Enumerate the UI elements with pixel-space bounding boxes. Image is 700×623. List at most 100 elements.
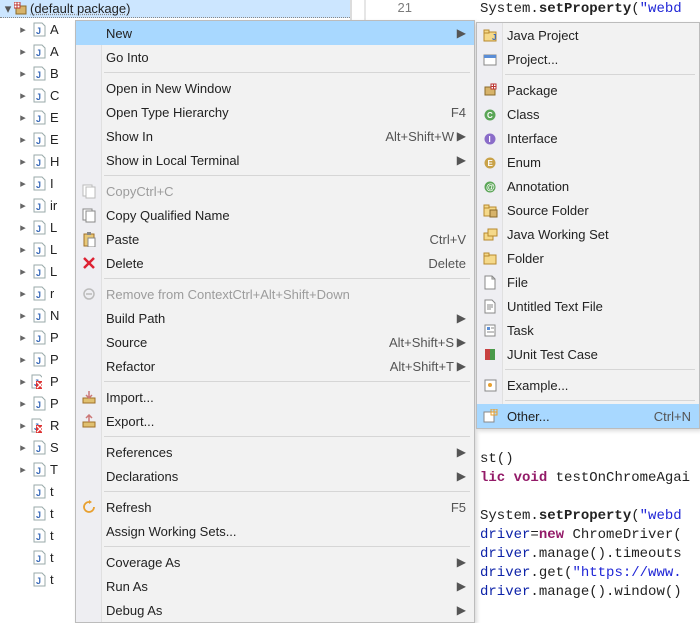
tree-expand-icon[interactable]: ▸	[16, 265, 30, 278]
menu-item-assign-working-sets[interactable]: Assign Working Sets...	[76, 519, 474, 543]
svg-text:J: J	[36, 136, 41, 146]
menu-item-copy-qualified-name[interactable]: Copy Qualified Name	[76, 203, 474, 227]
context-menu: New ▶ Go Into Open in New Window Open Ty…	[75, 20, 475, 623]
menu-item-refactor[interactable]: Refactor Alt+Shift+T ▶	[76, 354, 474, 378]
tree-item-label: ir	[50, 198, 57, 213]
menu-item-package[interactable]: Package	[477, 78, 699, 102]
java-file-icon: J	[30, 308, 48, 323]
tree-item-label: C	[50, 88, 59, 103]
java-file-icon: J	[30, 154, 48, 169]
tree-expand-icon[interactable]: ▸	[16, 331, 30, 344]
copy-icon	[80, 206, 98, 224]
menu-item-file[interactable]: File	[477, 270, 699, 294]
java-file-icon: J	[30, 352, 48, 367]
tree-expand-icon[interactable]: ▸	[16, 23, 30, 36]
menu-item-paste[interactable]: Paste Ctrl+V	[76, 227, 474, 251]
tree-expand-icon[interactable]: ▸	[16, 419, 30, 432]
menu-item-open-in-new-window[interactable]: Open in New Window	[76, 76, 474, 100]
tree-expand-icon[interactable]: ▸	[16, 353, 30, 366]
menu-item-refresh[interactable]: Refresh F5	[76, 495, 474, 519]
editor-code-top[interactable]: System.setProperty("webd	[480, 0, 700, 19]
tree-expand-icon[interactable]: ▸	[16, 67, 30, 80]
source-folder-icon	[481, 201, 499, 219]
tree-expand-icon[interactable]: ▸	[16, 199, 30, 212]
menu-item-export[interactable]: Export...	[76, 409, 474, 433]
tree-expand-icon[interactable]: ▸	[16, 441, 30, 454]
java-file-icon: J	[30, 264, 48, 279]
menu-item-source-folder[interactable]: Source Folder	[477, 198, 699, 222]
tree-expand-icon[interactable]: ▸	[16, 111, 30, 124]
menu-item-project[interactable]: Project...	[477, 47, 699, 71]
task-icon	[481, 321, 499, 339]
menu-item-java-project[interactable]: J Java Project	[477, 23, 699, 47]
tree-expand-icon[interactable]: ▸	[16, 45, 30, 58]
menu-item-debug-as[interactable]: Debug As ▶	[76, 598, 474, 622]
menu-item-interface[interactable]: I Interface	[477, 126, 699, 150]
tree-expand-icon[interactable]: ▸	[16, 221, 30, 234]
java-file-icon: J	[30, 462, 48, 477]
menu-item-delete[interactable]: Delete Delete	[76, 251, 474, 275]
tree-expand-icon[interactable]: ▸	[16, 177, 30, 190]
menu-item-folder[interactable]: Folder	[477, 246, 699, 270]
svg-text:J: J	[36, 510, 41, 520]
svg-text:J: J	[36, 48, 41, 58]
delete-icon	[80, 254, 98, 272]
package-icon	[14, 2, 28, 16]
menu-item-task[interactable]: Task	[477, 318, 699, 342]
menu-item-coverage-as[interactable]: Coverage As ▶	[76, 550, 474, 574]
annotation-icon: @	[481, 177, 499, 195]
menu-item-new[interactable]: New ▶	[76, 21, 474, 45]
editor-code-bottom[interactable]: st() lic void testOnChromeAgai System.se…	[480, 450, 700, 602]
svg-text:J: J	[36, 202, 41, 212]
menu-item-junit-test-case[interactable]: JUnit Test Case	[477, 342, 699, 366]
tree-item-label: R	[50, 418, 59, 433]
tree-item-label: E	[50, 132, 59, 147]
tree-expand-icon[interactable]: ▸	[16, 309, 30, 322]
java-file-icon: J	[30, 506, 48, 521]
java-file-icon: J	[30, 176, 48, 191]
file-icon	[481, 273, 499, 291]
tree-expand-icon[interactable]: ▸	[16, 375, 30, 388]
menu-item-class[interactable]: C Class	[477, 102, 699, 126]
menu-item-source[interactable]: Source Alt+Shift+S ▶	[76, 330, 474, 354]
menu-item-annotation[interactable]: @ Annotation	[477, 174, 699, 198]
tree-expand-icon[interactable]: ▸	[16, 133, 30, 146]
java-file-icon: J	[30, 374, 48, 389]
tree-expand-icon[interactable]: ▸	[16, 397, 30, 410]
menu-item-other[interactable]: Other... Ctrl+N	[477, 404, 699, 428]
menu-item-build-path[interactable]: Build Path ▶	[76, 306, 474, 330]
menu-item-enum[interactable]: E Enum	[477, 150, 699, 174]
svg-text:J: J	[36, 180, 41, 190]
tree-item-label: S	[50, 440, 59, 455]
menu-separator	[505, 74, 695, 75]
menu-item-example[interactable]: Example...	[477, 373, 699, 397]
tree-expand-icon[interactable]: ▸	[16, 155, 30, 168]
submenu-arrow-icon: ▶	[454, 153, 466, 167]
tree-root-default-package[interactable]: ▾ (default package)	[0, 0, 350, 18]
tree-expand-icon[interactable]: ▸	[16, 287, 30, 300]
tree-collapse-icon[interactable]: ▾	[2, 1, 14, 17]
submenu-arrow-icon: ▶	[454, 359, 466, 373]
tree-item-label: N	[50, 308, 59, 323]
menu-item-references[interactable]: References ▶	[76, 440, 474, 464]
tree-expand-icon[interactable]: ▸	[16, 463, 30, 476]
tree-expand-icon[interactable]: ▸	[16, 89, 30, 102]
java-file-icon: J	[30, 22, 48, 37]
tree-item-label: t	[50, 506, 54, 521]
menu-separator	[104, 491, 470, 492]
menu-item-run-as[interactable]: Run As ▶	[76, 574, 474, 598]
menu-item-java-working-set[interactable]: Java Working Set	[477, 222, 699, 246]
java-file-icon: J	[30, 396, 48, 411]
menu-item-declarations[interactable]: Declarations ▶	[76, 464, 474, 488]
menu-item-untitled-text-file[interactable]: Untitled Text File	[477, 294, 699, 318]
tree-item-label: t	[50, 484, 54, 499]
menu-item-open-type-hierarchy[interactable]: Open Type Hierarchy F4	[76, 100, 474, 124]
menu-item-go-into[interactable]: Go Into	[76, 45, 474, 69]
menu-item-show-in[interactable]: Show In Alt+Shift+W ▶	[76, 124, 474, 148]
menu-item-show-in-local-terminal[interactable]: Show in Local Terminal ▶	[76, 148, 474, 172]
java-file-icon: J	[30, 550, 48, 565]
java-file-icon: J	[30, 66, 48, 81]
tree-expand-icon[interactable]: ▸	[16, 243, 30, 256]
menu-item-import[interactable]: Import...	[76, 385, 474, 409]
svg-text:J: J	[36, 444, 41, 454]
